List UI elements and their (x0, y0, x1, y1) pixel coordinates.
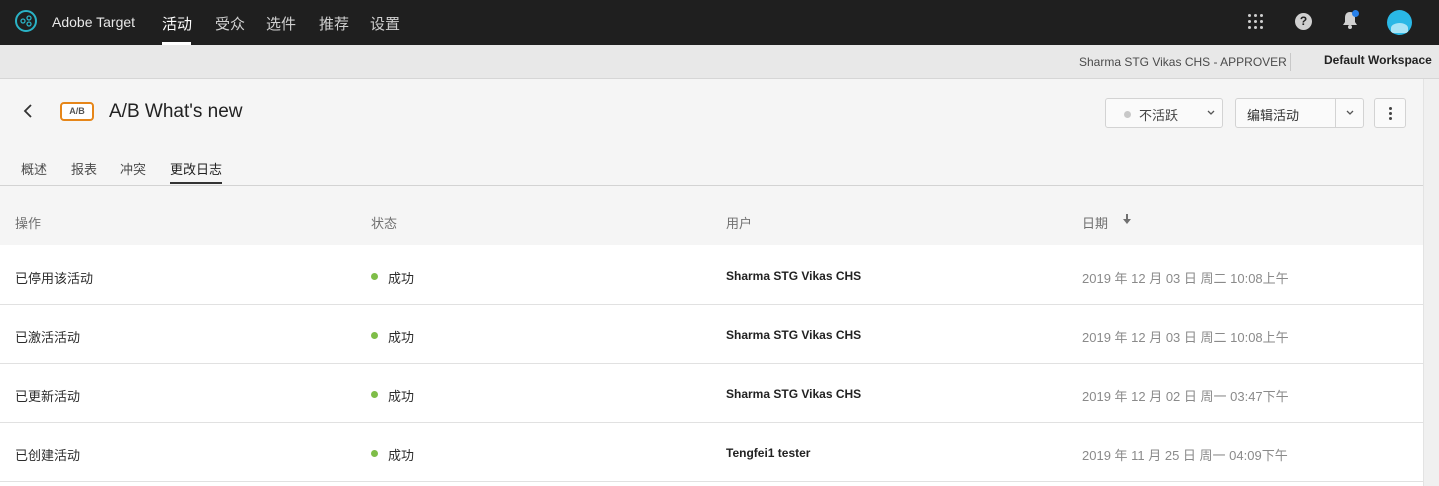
divider (1290, 53, 1291, 71)
row-user: Sharma STG Vikas CHS (726, 387, 862, 401)
activity-title: A/B What's new (109, 101, 243, 122)
divider (1335, 99, 1336, 127)
app-name[interactable]: Adobe Target (52, 14, 135, 30)
help-icon[interactable]: ? (1295, 13, 1312, 30)
table-row[interactable]: 已更新活动 成功 Sharma STG Vikas CHS 2019 年 12 … (0, 364, 1423, 423)
tab-change-log[interactable]: 更改日志 (170, 159, 222, 178)
status-label: 不活跃 (1139, 108, 1179, 123)
row-date: 2019 年 12 月 03 日 周二 10:08上午 (1082, 330, 1289, 345)
apps-grid-icon[interactable] (1247, 13, 1265, 31)
row-date: 2019 年 12 月 03 日 周二 10:08上午 (1082, 271, 1289, 286)
edit-activity-split-button[interactable]: 编辑活动 (1235, 98, 1364, 128)
edit-activity-button[interactable]: 编辑活动 (1247, 105, 1299, 124)
workspace-bar: Sharma STG Vikas CHS - APPROVER Default … (0, 45, 1439, 79)
table-header: 操作 状态 用户 日期 (0, 186, 1423, 245)
more-options-button[interactable] (1374, 98, 1406, 128)
nav-item-offers[interactable]: 选件 (266, 13, 296, 34)
activity-type-badge: A/B (60, 102, 94, 121)
success-dot-icon (371, 273, 378, 280)
row-status: 成功 (388, 330, 415, 345)
success-dot-icon (371, 450, 378, 457)
row-date: 2019 年 11 月 25 日 周一 04:09下午 (1082, 448, 1288, 463)
nav-item-activities[interactable]: 活动 (162, 13, 192, 34)
status-dropdown[interactable]: 不活跃 (1105, 98, 1223, 128)
success-dot-icon (371, 391, 378, 398)
tab-conflicts[interactable]: 冲突 (120, 159, 146, 178)
row-action: 已激活活动 (15, 330, 81, 345)
row-status: 成功 (388, 389, 415, 404)
status-dot-icon (1124, 111, 1131, 118)
table-row[interactable]: 已激活活动 成功 Sharma STG Vikas CHS 2019 年 12 … (0, 305, 1423, 364)
avatar[interactable] (1387, 10, 1412, 35)
back-arrow-icon[interactable] (20, 102, 36, 120)
column-header-date[interactable]: 日期 (1082, 213, 1108, 232)
row-user: Sharma STG Vikas CHS (726, 269, 862, 283)
tab-active-indicator (170, 182, 222, 184)
row-user: Tengfei1 tester (726, 446, 811, 460)
scrollbar[interactable] (1423, 79, 1439, 486)
tab-overview[interactable]: 概述 (21, 159, 47, 178)
workspace-selector[interactable]: Default Workspace (1324, 53, 1432, 67)
table-row[interactable]: 已停用该活动 成功 Sharma STG Vikas CHS 2019 年 12… (0, 246, 1423, 305)
adobe-target-logo-icon[interactable] (15, 10, 37, 32)
row-date: 2019 年 12 月 02 日 周一 03:47下午 (1082, 389, 1289, 404)
chevron-down-icon[interactable] (1346, 110, 1354, 116)
top-nav: Adobe Target 活动 受众 选件 推荐 设置 ? (0, 0, 1439, 45)
column-header-status[interactable]: 状态 (371, 213, 397, 232)
tab-reports[interactable]: 报表 (71, 159, 97, 178)
row-action: 已停用该活动 (15, 271, 94, 286)
activity-header: A/B A/B What's new 不活跃 编辑活动 概述 报表 冲突 更改日… (0, 79, 1423, 186)
nav-item-audiences[interactable]: 受众 (215, 13, 245, 34)
sort-descending-icon[interactable] (1122, 213, 1132, 225)
nav-item-recommendations[interactable]: 推荐 (319, 13, 349, 34)
row-action: 已更新活动 (15, 389, 81, 404)
row-status: 成功 (388, 271, 415, 286)
chevron-down-icon (1207, 110, 1215, 115)
column-header-user[interactable]: 用户 (726, 213, 752, 232)
success-dot-icon (371, 332, 378, 339)
table-row[interactable]: 已创建活动 成功 Tengfei1 tester 2019 年 11 月 25 … (0, 423, 1423, 482)
nav-item-settings[interactable]: 设置 (370, 13, 400, 34)
workspace-user: Sharma STG Vikas CHS - APPROVER (1079, 55, 1287, 69)
row-action: 已创建活动 (15, 448, 81, 463)
notification-badge (1352, 10, 1359, 17)
row-status: 成功 (388, 448, 415, 463)
column-header-action[interactable]: 操作 (15, 213, 41, 232)
row-user: Sharma STG Vikas CHS (726, 328, 862, 342)
